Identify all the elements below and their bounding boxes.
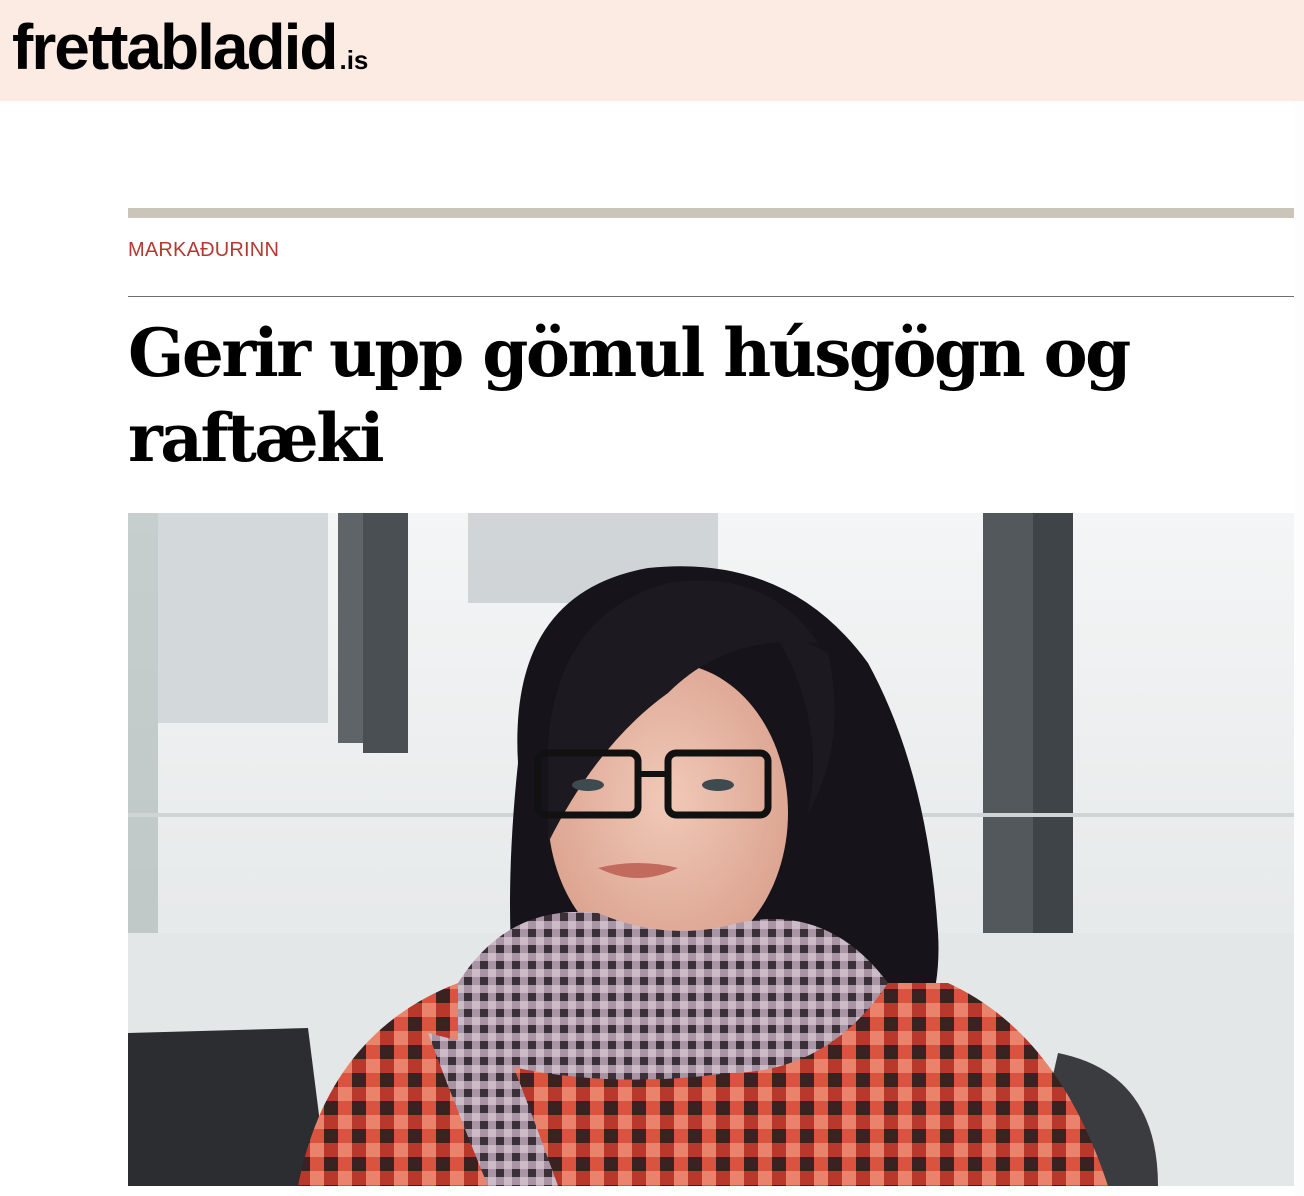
hero-image [128, 513, 1294, 1186]
logo-name: frettabladid [12, 11, 338, 83]
logo-tld: .is [339, 45, 369, 75]
top-rule [128, 208, 1294, 218]
site-logo[interactable]: frettabladid .is [12, 12, 368, 95]
portrait-photo [128, 513, 1294, 1186]
divider [128, 296, 1294, 297]
category-link[interactable]: MARKAÐURINN [128, 238, 1294, 262]
article-headline: Gerir upp gömul húsgögn og raftæki [128, 314, 1131, 477]
site-header: frettabladid .is [0, 0, 1304, 101]
article: MARKAÐURINN Gerir upp gömul húsgögn og r… [128, 208, 1294, 481]
page-edge [1294, 101, 1304, 1196]
